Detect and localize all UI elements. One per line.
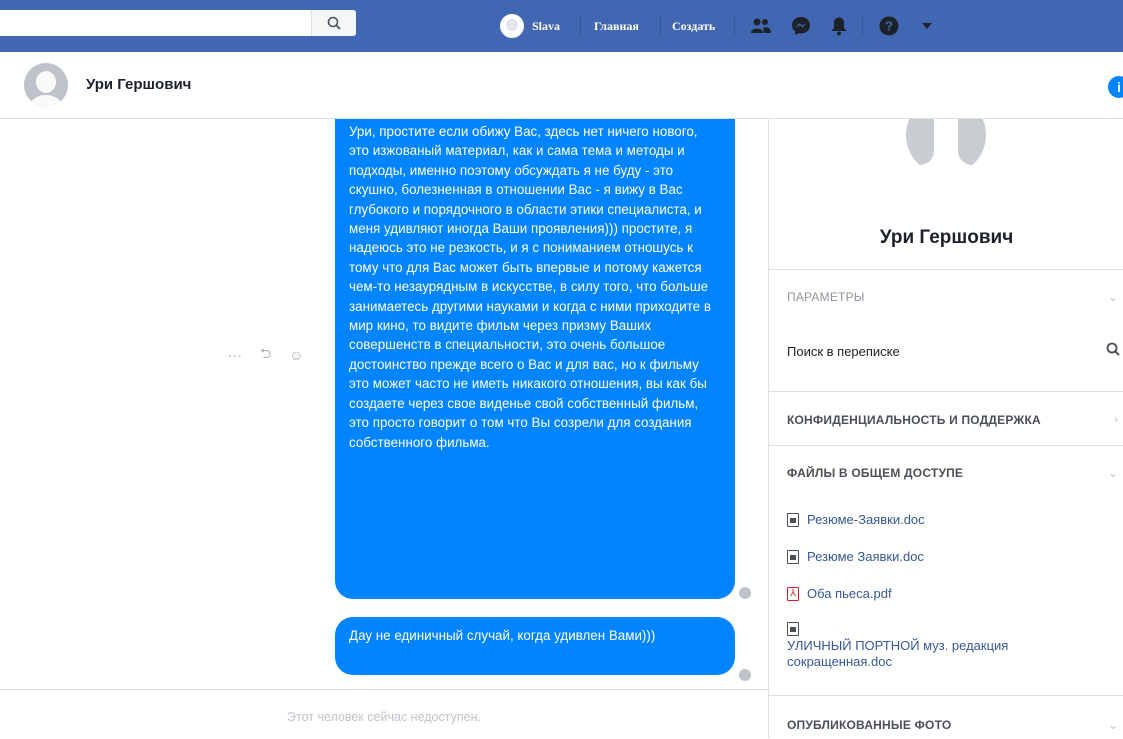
privacy-support-section: Конфиденциальность и поддержка › [769,391,1123,446]
shared-file-name-line[interactable]: УЛИЧНЫЙ ПОРТНОЙ муз. редакция [787,638,1008,654]
shared-file-item[interactable]: Резюме-Заявки.doc [787,512,925,527]
user-name: Slava [532,18,561,33]
account-menu-caret-icon[interactable] [914,13,940,39]
seen-indicator-avatar [739,587,751,599]
reply-icon[interactable]: ⮌ [260,343,271,367]
shared-file-name[interactable]: Резюме Заявки.doc [807,549,924,564]
help-icon[interactable]: ? [876,13,902,39]
search-button[interactable] [311,10,356,36]
shared-file-item[interactable]: УЛИЧНЫЙ ПОРТНОЙ муз. редакция сокращенна… [787,622,1008,670]
message-bubble[interactable]: Дау не единичный случай, когда удивлен В… [335,617,735,675]
chevron-down-icon[interactable]: ⌄ [1108,718,1118,732]
panel-contact-name[interactable]: Ури Гершович [769,227,1123,249]
chevron-right-icon[interactable]: › [1114,412,1118,426]
message-bubble[interactable]: Ури, простите если обижу Вас, здесь нет … [335,119,735,599]
profile-link[interactable]: Slava [500,0,560,52]
shared-files-section: Файлы в общем доступе ⌄ Резюме-Заявки.do… [769,445,1123,696]
chevron-down-icon[interactable]: ⌄ [1108,466,1118,480]
search-icon [327,16,341,30]
conversation-header: Ури Гершович i [0,52,1123,119]
search-in-conversation-icon[interactable] [1106,342,1120,360]
unavailable-status-text: Этот человек сейчас недоступен. [287,710,481,724]
doc-file-icon [787,549,799,564]
shared-files-title[interactable]: Файлы в общем доступе [787,466,963,480]
pdf-file-icon: ⅄ [787,586,799,601]
react-emoji-icon[interactable]: ☺ [289,347,303,363]
friend-requests-icon[interactable] [748,13,774,39]
shared-file-name[interactable]: Резюме-Заявки.doc [807,512,925,527]
options-section-title[interactable]: Параметры [787,290,865,304]
shared-photos-title[interactable]: Опубликованные фото [787,718,951,732]
search-in-conversation-label[interactable]: Поиск в переписке [787,344,900,359]
panel-contact-avatar[interactable] [906,119,986,175]
svg-text:?: ? [885,19,893,34]
shared-file-item[interactable]: Резюме Заявки.doc [787,549,924,564]
notifications-bell-icon[interactable] [826,13,852,39]
contact-name[interactable]: Ури Гершович [86,76,191,93]
home-link[interactable]: Главная [594,0,639,52]
search-input[interactable] [0,10,310,36]
shared-photos-section: Опубликованные фото ⌄ [769,695,1123,738]
top-navigation-bar: Slava Главная Создать ? [0,0,1123,53]
nav-divider [734,16,735,36]
create-link[interactable]: Создать [672,0,715,52]
user-avatar [500,14,524,38]
message-actions: ··· ⮌ ☺ [228,343,304,367]
privacy-support-title[interactable]: Конфиденциальность и поддержка [787,413,1041,427]
shared-file-item[interactable]: ⅄ Оба пьеса.pdf [787,586,892,601]
shared-file-name-line[interactable]: сокращенная.doc [787,654,1008,670]
chevron-down-icon[interactable]: ⌄ [1108,290,1118,304]
nav-divider [862,16,863,36]
search-box[interactable] [0,10,356,36]
nav-divider [580,16,581,36]
doc-file-icon [787,512,799,527]
conversation-info-icon[interactable]: i [1108,76,1123,98]
seen-indicator-avatar [739,669,751,681]
options-section: Параметры ⌄ Поиск в переписке [769,269,1123,392]
contact-avatar[interactable] [24,63,68,107]
shared-file-name[interactable]: Оба пьеса.pdf [807,586,892,601]
doc-file-icon [787,622,799,636]
more-options-icon[interactable]: ··· [228,347,242,363]
conversation-info-panel: Ури Гершович Параметры ⌄ Поиск в перепис… [768,119,1123,738]
message-thread[interactable]: ··· ⮌ ☺ Ури, простите если обижу Вас, зд… [0,119,768,689]
messenger-icon[interactable] [788,13,814,39]
compose-area: Этот человек сейчас недоступен. [0,689,768,739]
nav-divider [660,16,661,36]
